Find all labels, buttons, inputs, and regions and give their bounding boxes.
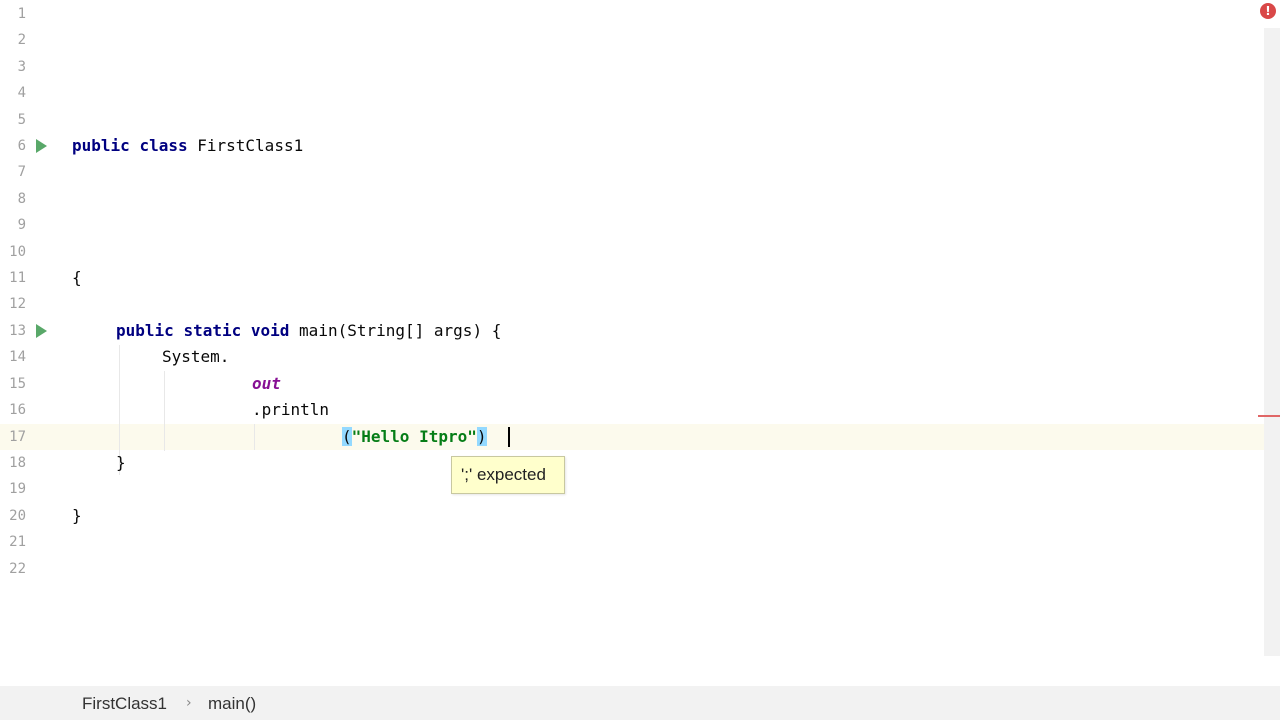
- keyword-public: public: [116, 321, 174, 340]
- code-line-18[interactable]: }: [116, 450, 126, 476]
- indent-guide: [254, 424, 255, 450]
- line-number: 10: [9, 244, 26, 260]
- breadcrumb: FirstClass1 › main(): [0, 686, 1280, 720]
- line-number: 12: [9, 296, 26, 312]
- indent-guide: [164, 371, 165, 451]
- line-number: 14: [9, 349, 26, 365]
- error-indicator-icon[interactable]: !: [1260, 3, 1276, 19]
- line-number: 17: [9, 429, 26, 445]
- code-line-14[interactable]: System.: [162, 344, 229, 370]
- breadcrumb-class[interactable]: FirstClass1: [82, 686, 167, 720]
- code-editor[interactable]: 1 2 3 4 5 6 7 8 9 10 11 12 13 14 15 16 1…: [0, 0, 1280, 686]
- error-tooltip: ';' expected: [451, 456, 565, 494]
- error-stripe-marker[interactable]: [1258, 415, 1280, 417]
- line-number: 9: [17, 217, 26, 233]
- class-name: FirstClass1: [197, 136, 304, 155]
- line-number: 20: [9, 508, 26, 524]
- paren-close: ): [476, 427, 487, 446]
- run-class-icon[interactable]: [36, 139, 47, 153]
- code-line-16[interactable]: .println: [252, 397, 329, 423]
- line-number: 7: [17, 164, 26, 180]
- string-literal: "Hello Itpro": [351, 427, 477, 446]
- current-line-highlight: [0, 424, 1264, 450]
- line-number: 15: [9, 376, 26, 392]
- keyword-void: void: [250, 321, 290, 340]
- keyword-static: static: [183, 321, 242, 340]
- breadcrumb-method[interactable]: main(): [208, 686, 256, 720]
- line-number: 22: [9, 561, 26, 577]
- line-number: 1: [17, 6, 26, 22]
- keyword-public: public: [72, 136, 130, 155]
- line-number: 16: [9, 402, 26, 418]
- line-number: 8: [17, 191, 26, 207]
- line-number: 11: [9, 270, 26, 286]
- code-line-20[interactable]: }: [72, 503, 82, 529]
- code-line-13[interactable]: public static void main(String[] args) {: [116, 318, 501, 344]
- text-caret: [508, 427, 510, 447]
- gutter[interactable]: 1 2 3 4 5 6 7 8 9 10 11 12 13 14 15 16 1…: [0, 0, 60, 686]
- line-number: 5: [17, 112, 26, 128]
- line-number: 21: [9, 534, 26, 550]
- run-main-icon[interactable]: [36, 324, 47, 338]
- method-signature: main(String[] args) {: [299, 321, 502, 340]
- code-line-6[interactable]: public class FirstClass1: [72, 133, 303, 159]
- line-number: 2: [17, 32, 26, 48]
- vertical-scrollbar[interactable]: [1264, 28, 1280, 656]
- chevron-right-icon: ›: [186, 695, 192, 711]
- code-line-11[interactable]: {: [72, 265, 82, 291]
- line-number: 6: [17, 138, 26, 154]
- paren-open: (: [342, 427, 352, 446]
- line-number: 4: [17, 85, 26, 101]
- code-line-15[interactable]: out: [252, 371, 281, 397]
- line-number: 3: [17, 59, 26, 75]
- keyword-class: class: [139, 136, 188, 155]
- code-line-17[interactable]: ("Hello Itpro"): [342, 424, 487, 450]
- line-number: 19: [9, 481, 26, 497]
- line-number: 18: [9, 455, 26, 471]
- line-number: 13: [9, 323, 26, 339]
